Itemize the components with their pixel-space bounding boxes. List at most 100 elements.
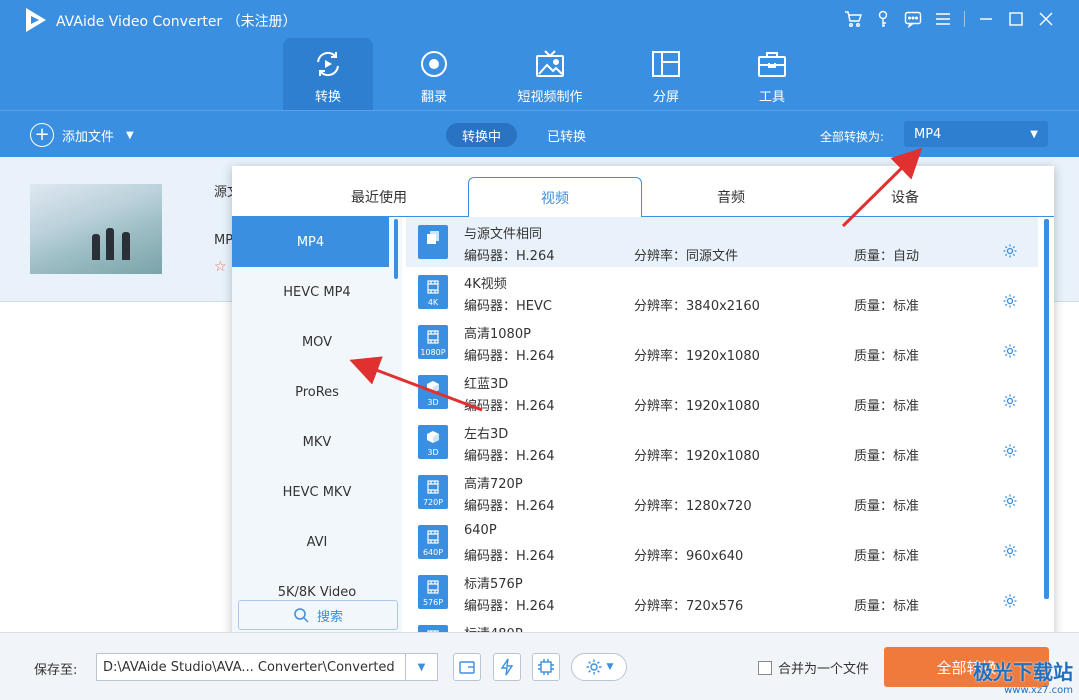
save-to-label: 保存至: — [34, 663, 78, 678]
watermark: 极光下载站 www.xz7.com — [973, 656, 1073, 696]
format-list: MP4 HEVC MP4 MOV ProRes MKV HEVC MKV AVI… — [232, 217, 402, 646]
key-icon[interactable] — [868, 8, 898, 30]
preset-codec: 编码器：H.264 — [464, 249, 555, 264]
format-item-mkv[interactable]: MKV — [232, 417, 402, 467]
app-logo-icon — [26, 8, 46, 32]
convert-all-format-select[interactable]: MP4 ▼ — [904, 121, 1048, 147]
main-nav: 转换 翻录 短视频制作 分屏 工具 — [283, 38, 833, 110]
preset-quality: 质量：标准 — [854, 399, 920, 414]
chip-icon — [538, 659, 554, 675]
format-list-scrollbar[interactable] — [394, 219, 398, 279]
format-item-mp4[interactable]: MP4 — [232, 217, 389, 267]
tab-convert[interactable]: 转换 — [283, 38, 373, 110]
close-icon[interactable] — [1031, 8, 1061, 30]
format-search-button[interactable]: 搜索 — [238, 600, 398, 630]
open-folder-button[interactable] — [453, 653, 481, 681]
preset-codec: 编码器：H.264 — [464, 349, 555, 364]
preset-row[interactable]: 720P 高清720P 编码器：H.264 分辨率：1280x720 质量：标准 — [406, 467, 1038, 517]
cart-icon[interactable] — [838, 8, 868, 30]
tab-tools[interactable]: 工具 — [727, 38, 817, 110]
video-thumbnail[interactable] — [30, 184, 162, 274]
video-format-icon: 576P — [418, 575, 448, 609]
gpu-on-button[interactable] — [532, 653, 560, 681]
app-title: AVAide Video Converter （未注册） — [56, 14, 297, 30]
preset-codec: 编码器：H.264 — [464, 399, 555, 414]
tab-converting[interactable]: 转换中 — [446, 123, 518, 147]
video-format-icon: 3D — [418, 375, 448, 409]
tab-rip[interactable]: 翻录 — [389, 38, 479, 110]
bottom-bar: 保存至: D:\AVAide Studio\AVA... Converter\C… — [0, 632, 1079, 700]
tab-audio[interactable]: 音频 — [644, 177, 818, 217]
preset-codec: 编码器：H.264 — [464, 449, 555, 464]
tab-rip-label: 翻录 — [420, 90, 447, 105]
feedback-icon[interactable] — [898, 8, 928, 30]
convert-icon — [317, 51, 339, 77]
merge-label: 合并为一个文件 — [778, 662, 870, 677]
format-select-value: MP4 — [914, 126, 942, 142]
preset-row[interactable]: 与源文件相同 编码器：H.264 分辨率：同源文件 质量：自动 — [406, 217, 1038, 267]
settings-dropdown-button[interactable]: ▼ — [571, 653, 627, 681]
merge-checkbox[interactable]: 合并为一个文件 — [758, 658, 869, 677]
format-item-avi[interactable]: AVI — [232, 517, 402, 567]
tab-video[interactable]: 视频 — [468, 177, 642, 218]
format-item-prores[interactable]: ProRes — [232, 367, 402, 417]
tab-tools-label: 工具 — [758, 90, 785, 105]
tab-device[interactable]: 设备 — [818, 177, 992, 217]
video-format-icon: 720P — [418, 475, 448, 509]
format-badge: 640P — [422, 548, 444, 557]
format-badge: 720P — [422, 498, 444, 507]
preset-row[interactable]: 1080P 高清1080P 编码器：H.264 分辨率：1920x1080 质量：标准 — [406, 317, 1038, 367]
tab-recent[interactable]: 最近使用 — [292, 177, 466, 217]
tab-short-video[interactable]: 短视频制作 — [495, 38, 605, 110]
preset-quality: 质量：自动 — [854, 249, 920, 264]
checkbox-box[interactable] — [758, 660, 772, 675]
menu-icon[interactable] — [928, 8, 958, 30]
preset-resolution: 分辨率：960x640 — [634, 549, 744, 564]
preset-list-scrollbar[interactable] — [1044, 219, 1049, 599]
divider — [964, 11, 965, 27]
tab-short-video-label: 短视频制作 — [517, 90, 583, 105]
hardware-accel-off-button[interactable] — [493, 653, 521, 681]
preset-list: 与源文件相同 编码器：H.264 分辨率：同源文件 质量：自动 4K 4K视频 编码器：HE… — [406, 217, 1042, 646]
gear-icon[interactable] — [1002, 293, 1018, 309]
caret-down-icon[interactable]: ▼ — [126, 130, 134, 141]
tab-split-screen-label: 分屏 — [652, 90, 679, 105]
minimize-icon[interactable] — [971, 8, 1001, 30]
gear-icon[interactable] — [1002, 393, 1018, 409]
add-file-button[interactable]: + 添加文件 ▼ — [30, 123, 134, 147]
tab-split-screen[interactable]: 分屏 — [621, 38, 711, 110]
plus-circle-icon: + — [30, 123, 54, 147]
gear-icon[interactable] — [1002, 593, 1018, 609]
caret-down-icon[interactable]: ▼ — [405, 654, 437, 680]
preset-row[interactable]: 3D 左右3D 编码器：H.264 分辨率：1920x1080 质量：标准 — [406, 417, 1038, 467]
gear-icon[interactable] — [1002, 343, 1018, 359]
preset-row[interactable]: 4K 4K视频 编码器：HEVC 分辨率：3840x2160 质量：标准 — [406, 267, 1038, 317]
maximize-icon[interactable] — [1001, 8, 1031, 30]
format-item-hevc-mp4[interactable]: HEVC MP4 — [232, 267, 402, 317]
format-dropdown-panel: 最近使用 视频 音频 设备 MP4 HEVC MP4 MOV ProRes MK… — [232, 166, 1054, 646]
video-format-icon: 640P — [418, 525, 448, 559]
save-path-select[interactable]: D:\AVAide Studio\AVA... Converter\Conver… — [96, 653, 438, 681]
watermark-url: www.xz7.com — [1004, 685, 1073, 696]
preset-resolution: 分辨率：1920x1080 — [634, 349, 760, 364]
preset-row[interactable]: 640P 640P 编码器：H.264 分辨率：960x640 质量：标准 — [406, 517, 1038, 567]
preset-row[interactable]: 3D 红蓝3D 编码器：H.264 分辨率：1920x1080 质量：标准 — [406, 367, 1038, 417]
toolbar: + 添加文件 ▼ 转换中 已转换 全部转换为: MP4 ▼ — [0, 110, 1079, 157]
video-format-icon: 3D — [418, 425, 448, 459]
gear-icon[interactable] — [1002, 543, 1018, 559]
video-format-icon: 1080P — [418, 325, 448, 359]
preset-quality: 质量：标准 — [854, 299, 920, 314]
gear-icon[interactable] — [1002, 243, 1018, 259]
format-item-mov[interactable]: MOV — [232, 317, 402, 367]
preset-row[interactable]: 576P 标清576P 编码器：H.264 分辨率：720x576 质量：标准 — [406, 567, 1038, 617]
gear-icon[interactable] — [1002, 493, 1018, 509]
tab-converted[interactable]: 已转换 — [531, 123, 602, 147]
preset-title: 高清1080P — [464, 327, 531, 342]
star-icon[interactable]: ☆ — [214, 259, 227, 275]
format-item-hevc-mkv[interactable]: HEVC MKV — [232, 467, 402, 517]
gear-icon[interactable] — [1002, 443, 1018, 459]
save-path-value: D:\AVAide Studio\AVA... Converter\Conver… — [103, 659, 395, 675]
status-toggle: 转换中 已转换 — [446, 123, 602, 147]
tab-convert-label: 转换 — [314, 90, 341, 105]
format-badge: 3D — [427, 448, 439, 457]
